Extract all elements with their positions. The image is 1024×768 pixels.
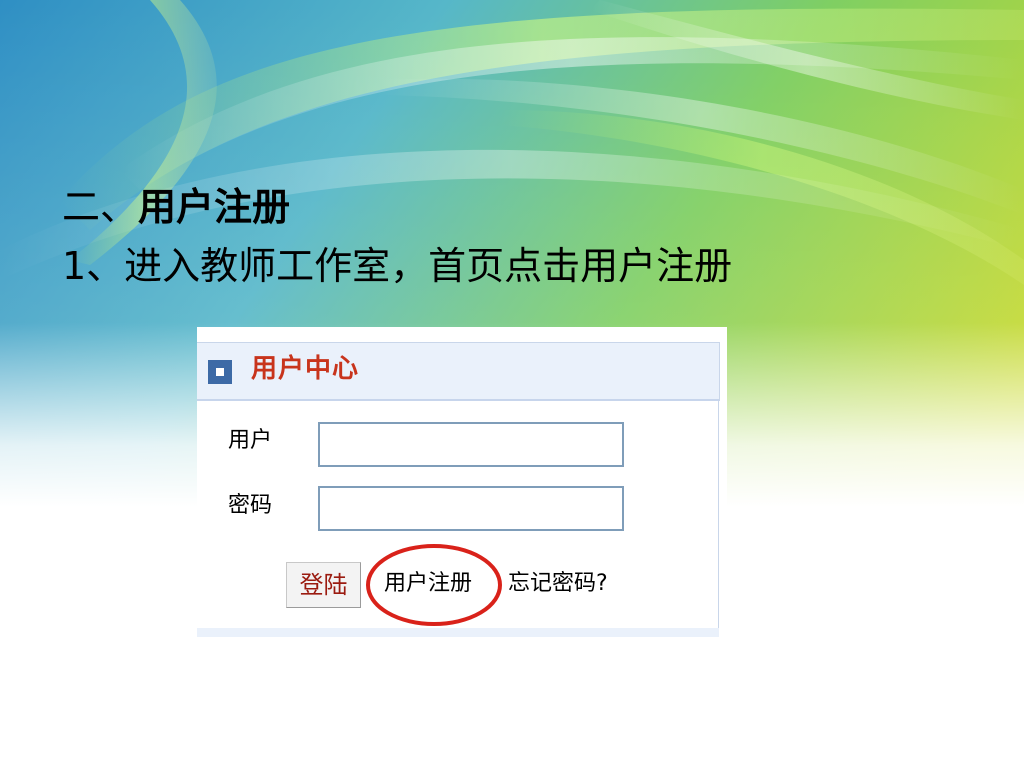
square-bullet-icon xyxy=(208,360,232,384)
password-input[interactable] xyxy=(318,486,624,531)
user-center-widget: 用户中心 用户 密码 登陆 用户注册 忘记密码? xyxy=(197,327,727,638)
username-input[interactable] xyxy=(318,422,624,467)
login-button[interactable]: 登陆 xyxy=(286,562,361,608)
heading-title: 用户注册 xyxy=(138,185,291,229)
widget-header: 用户中心 xyxy=(197,342,720,401)
username-label: 用户 xyxy=(228,428,273,453)
login-form: 用户 密码 登陆 用户注册 忘记密码? xyxy=(197,401,719,628)
forgot-password-link[interactable]: 忘记密码? xyxy=(508,569,608,599)
widget-footer xyxy=(197,628,719,637)
register-link[interactable]: 用户注册 xyxy=(384,569,472,599)
heading-number: 二、 xyxy=(62,185,139,229)
step-instruction: 1、进入教师工作室，首页点击用户注册 xyxy=(62,244,733,288)
password-label: 密码 xyxy=(228,493,273,518)
slide-heading: 二、用户注册 xyxy=(62,182,290,232)
widget-title: 用户中心 xyxy=(251,354,360,384)
